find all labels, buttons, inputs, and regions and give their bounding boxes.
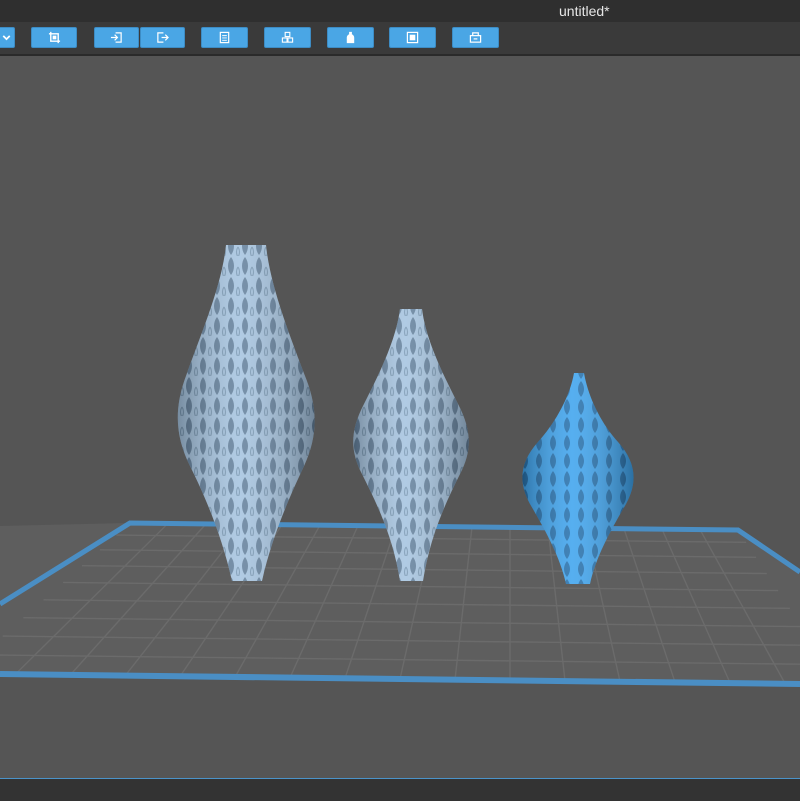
print-button[interactable] (452, 27, 499, 48)
dropdown-toggle-button[interactable] (0, 27, 15, 48)
arrange-button[interactable] (264, 27, 311, 48)
cubes-icon (281, 31, 294, 43)
notes-button[interactable] (201, 27, 248, 48)
export-button[interactable] (140, 27, 185, 48)
import-button[interactable] (94, 27, 139, 48)
view-button[interactable] (389, 27, 436, 48)
3d-viewport[interactable] (0, 56, 800, 778)
scene-canvas[interactable] (0, 56, 800, 778)
chevron-down-icon (2, 35, 11, 41)
toolbar (0, 22, 800, 56)
bottle-icon (346, 31, 355, 44)
crop-button[interactable] (31, 27, 77, 48)
square-icon (406, 31, 419, 44)
crop-icon (48, 31, 60, 44)
status-bar (0, 778, 800, 801)
object-button[interactable] (327, 27, 374, 48)
export-icon (157, 32, 169, 43)
document-icon (219, 31, 230, 44)
import-icon (110, 32, 122, 43)
title-bar: untitled* (0, 0, 800, 22)
printer-icon (469, 32, 482, 43)
window-title: untitled* (559, 3, 610, 19)
